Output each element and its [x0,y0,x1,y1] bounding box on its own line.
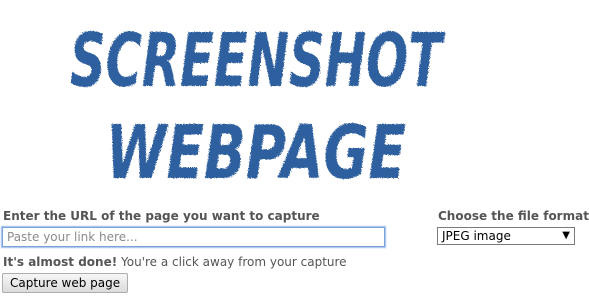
status-message: It's almost done! You're a click away fr… [3,255,347,269]
url-label: Enter the URL of the page you want to ca… [3,209,320,223]
logo-line-1: SCREENSHOT [70,18,446,104]
file-format-selected: JPEG image [442,229,511,243]
url-input[interactable] [2,227,385,247]
file-format-select[interactable]: JPEG image ▼ [437,227,575,245]
site-logo: SCREENSHOT WEBPAGE [66,6,446,201]
format-label: Choose the file format [438,209,589,223]
status-message-strong: It's almost done! [3,255,118,269]
triangle-down-icon: ▼ [562,230,570,241]
logo-line-2: WEBPAGE [106,110,406,196]
status-message-rest: You're a click away from your capture [117,255,347,269]
capture-button[interactable]: Capture web page [2,273,129,293]
screenshot-webpage-form: SCREENSHOT WEBPAGE Enter the URL of the … [0,0,589,300]
